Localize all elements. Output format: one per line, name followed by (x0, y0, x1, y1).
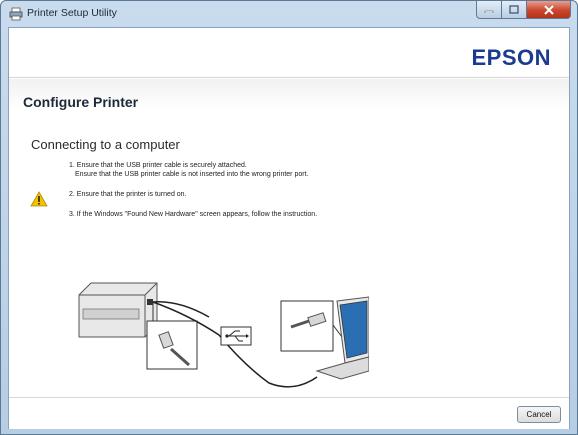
step-1-line-2: Ensure that the USB printer cable is not… (75, 171, 309, 178)
maximize-button[interactable] (502, 1, 527, 19)
main-content: Configure Printer Connecting to a comput… (9, 79, 569, 429)
usb-connection-illustration (78, 282, 369, 388)
title-bar[interactable]: Printer Setup Utility (1, 1, 577, 27)
header-band: EPSON (9, 28, 569, 78)
minimize-button[interactable] (476, 1, 502, 19)
footer-divider (9, 397, 569, 398)
step-2: 2. Ensure that the printer is turned on. (69, 191, 187, 198)
close-button[interactable] (527, 1, 571, 19)
client-area: EPSON Configure Printer Connecting to a … (8, 27, 570, 429)
printer-illustration (78, 282, 158, 338)
page-title: Configure Printer (23, 94, 139, 110)
window-controls (476, 1, 571, 20)
step-3: 3. If the Windows "Found New Hardware" s… (69, 211, 318, 218)
maximize-icon (509, 5, 519, 14)
printer-icon (9, 7, 23, 21)
laptop-cable-zoom (280, 300, 346, 352)
window-title: Printer Setup Utility (27, 7, 117, 19)
minimize-icon (484, 10, 494, 13)
close-icon (543, 4, 554, 15)
brand-logo: EPSON (471, 45, 551, 70)
step-1-line-1: 1. Ensure that the USB printer cable is … (69, 162, 247, 169)
cancel-button[interactable]: Cancel (517, 406, 561, 423)
usb-symbol-icon (220, 326, 252, 346)
warning-triangle-icon (30, 191, 48, 207)
section-title: Connecting to a computer (31, 137, 180, 152)
app-window: Printer Setup Utility EPSON Configure Pr… (0, 0, 578, 435)
